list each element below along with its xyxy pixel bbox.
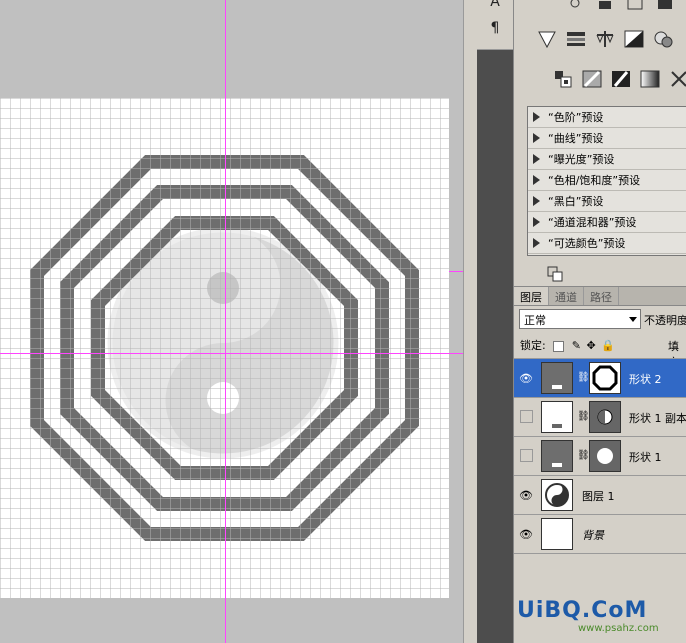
hue-saturation-icon[interactable] xyxy=(565,28,587,50)
lock-move-icon[interactable]: ✥ xyxy=(586,339,595,352)
curves-icon[interactable] xyxy=(624,0,646,14)
expand-triangle-icon[interactable] xyxy=(533,238,540,248)
tab-layers[interactable]: 图层 xyxy=(514,287,549,305)
layer-thumbnail xyxy=(541,362,573,394)
preset-curves[interactable]: “曲线”预设 xyxy=(528,128,686,149)
preset-channel-mixer[interactable]: “通道混和器”预设 xyxy=(528,212,686,233)
link-icon[interactable]: ⛓ xyxy=(577,372,590,383)
guide-vertical[interactable] xyxy=(225,0,226,643)
preset-hue-saturation[interactable]: “色相/饱和度”预设 xyxy=(528,170,686,191)
eye-icon[interactable]: 👁 xyxy=(519,489,533,502)
preset-exposure[interactable]: “曝光度”预设 xyxy=(528,149,686,170)
link-icon[interactable]: ⛓ xyxy=(577,450,590,461)
exposure-icon[interactable] xyxy=(654,0,676,14)
color-balance-icon[interactable] xyxy=(594,28,616,50)
tab-channels[interactable]: 通道 xyxy=(549,287,584,305)
vibrance-icon[interactable] xyxy=(536,28,558,50)
layer-thumbnail xyxy=(541,401,573,433)
tab-paths[interactable]: 路径 xyxy=(584,287,619,305)
posterize-icon[interactable] xyxy=(610,68,632,90)
link-icon[interactable]: ⛓ xyxy=(577,411,590,422)
paragraph-icon[interactable]: ¶ xyxy=(485,18,505,38)
expand-triangle-icon[interactable] xyxy=(533,196,540,206)
channel-mixer-icon[interactable] xyxy=(552,68,574,90)
clip-to-layer-icon[interactable] xyxy=(546,265,564,283)
guide-horizontal[interactable] xyxy=(0,353,463,354)
layer-thumbnail xyxy=(541,479,573,511)
preset-levels[interactable]: “色阶”预设 xyxy=(528,107,686,128)
panel-separator[interactable] xyxy=(463,0,477,643)
layer-thumbnail xyxy=(541,440,573,472)
invert-icon[interactable] xyxy=(581,68,603,90)
eye-icon[interactable]: 👁 xyxy=(519,372,533,385)
expand-triangle-icon[interactable] xyxy=(533,154,540,164)
expand-triangle-icon[interactable] xyxy=(533,175,540,185)
layer-row[interactable]: ⛓ 形状 1 xyxy=(514,436,686,475)
gradient-map-icon[interactable] xyxy=(639,68,661,90)
yin-yang-icon xyxy=(545,483,569,507)
lock-all-icon[interactable]: 🔒 xyxy=(601,339,615,352)
visibility-toggle[interactable] xyxy=(520,449,533,462)
expand-triangle-icon[interactable] xyxy=(533,217,540,227)
layers-panel-tabs: 图层 通道 路径 xyxy=(514,286,686,306)
vector-mask-thumbnail[interactable] xyxy=(589,440,621,472)
right-panel: “色阶”预设 “曲线”预设 “曝光度”预设 “色相/饱和度”预设 “黑白”预设 … xyxy=(513,0,686,643)
character-icon[interactable]: A xyxy=(485,0,505,12)
canvas-area[interactable] xyxy=(0,0,463,643)
levels-icon[interactable] xyxy=(594,0,616,14)
chevron-down-icon xyxy=(629,317,637,322)
opacity-label: 不透明度 xyxy=(644,314,686,327)
eye-icon[interactable]: 👁 xyxy=(519,528,533,541)
preset-black-white[interactable]: “黑白”预设 xyxy=(528,191,686,212)
expand-triangle-icon[interactable] xyxy=(533,133,540,143)
photo-filter-icon[interactable] xyxy=(652,28,674,50)
guide-horizontal-right[interactable] xyxy=(449,271,463,272)
layer-row[interactable]: ⛓ 形状 1 副本 xyxy=(514,397,686,436)
text-tools-strip: A ¶ xyxy=(477,0,513,50)
expand-triangle-icon[interactable] xyxy=(533,112,540,122)
brightness-icon[interactable] xyxy=(564,0,586,14)
layer-row[interactable]: 👁 ⛓ 形状 2 xyxy=(514,358,686,397)
lock-transparency-icon[interactable] xyxy=(553,340,565,352)
watermark-logo: UiBQ.CoM xyxy=(517,598,648,623)
black-white-icon[interactable] xyxy=(623,28,645,50)
layer-row[interactable]: 👁 背景 xyxy=(514,514,686,554)
adjustment-presets-list: “色阶”预设 “曲线”预设 “曝光度”预设 “色相/饱和度”预设 “黑白”预设 … xyxy=(527,106,686,256)
vector-mask-thumbnail[interactable] xyxy=(589,401,621,433)
lock-brush-icon[interactable]: ✎ xyxy=(572,339,581,352)
lock-row: 锁定: ✎ ✥ 🔒 xyxy=(520,339,615,352)
layer-thumbnail xyxy=(541,518,573,550)
preset-selective-color[interactable]: “可选颜色”预设 xyxy=(528,233,686,254)
selective-color-icon[interactable] xyxy=(668,68,686,90)
panel-dock-strip xyxy=(477,0,513,643)
layer-row[interactable]: 👁 图层 1 xyxy=(514,475,686,514)
visibility-toggle[interactable] xyxy=(520,410,533,423)
vector-mask-thumbnail[interactable] xyxy=(589,362,621,394)
watermark-url: www.psahz.com xyxy=(578,623,659,634)
blend-mode-select[interactable]: 正常 xyxy=(519,309,641,329)
